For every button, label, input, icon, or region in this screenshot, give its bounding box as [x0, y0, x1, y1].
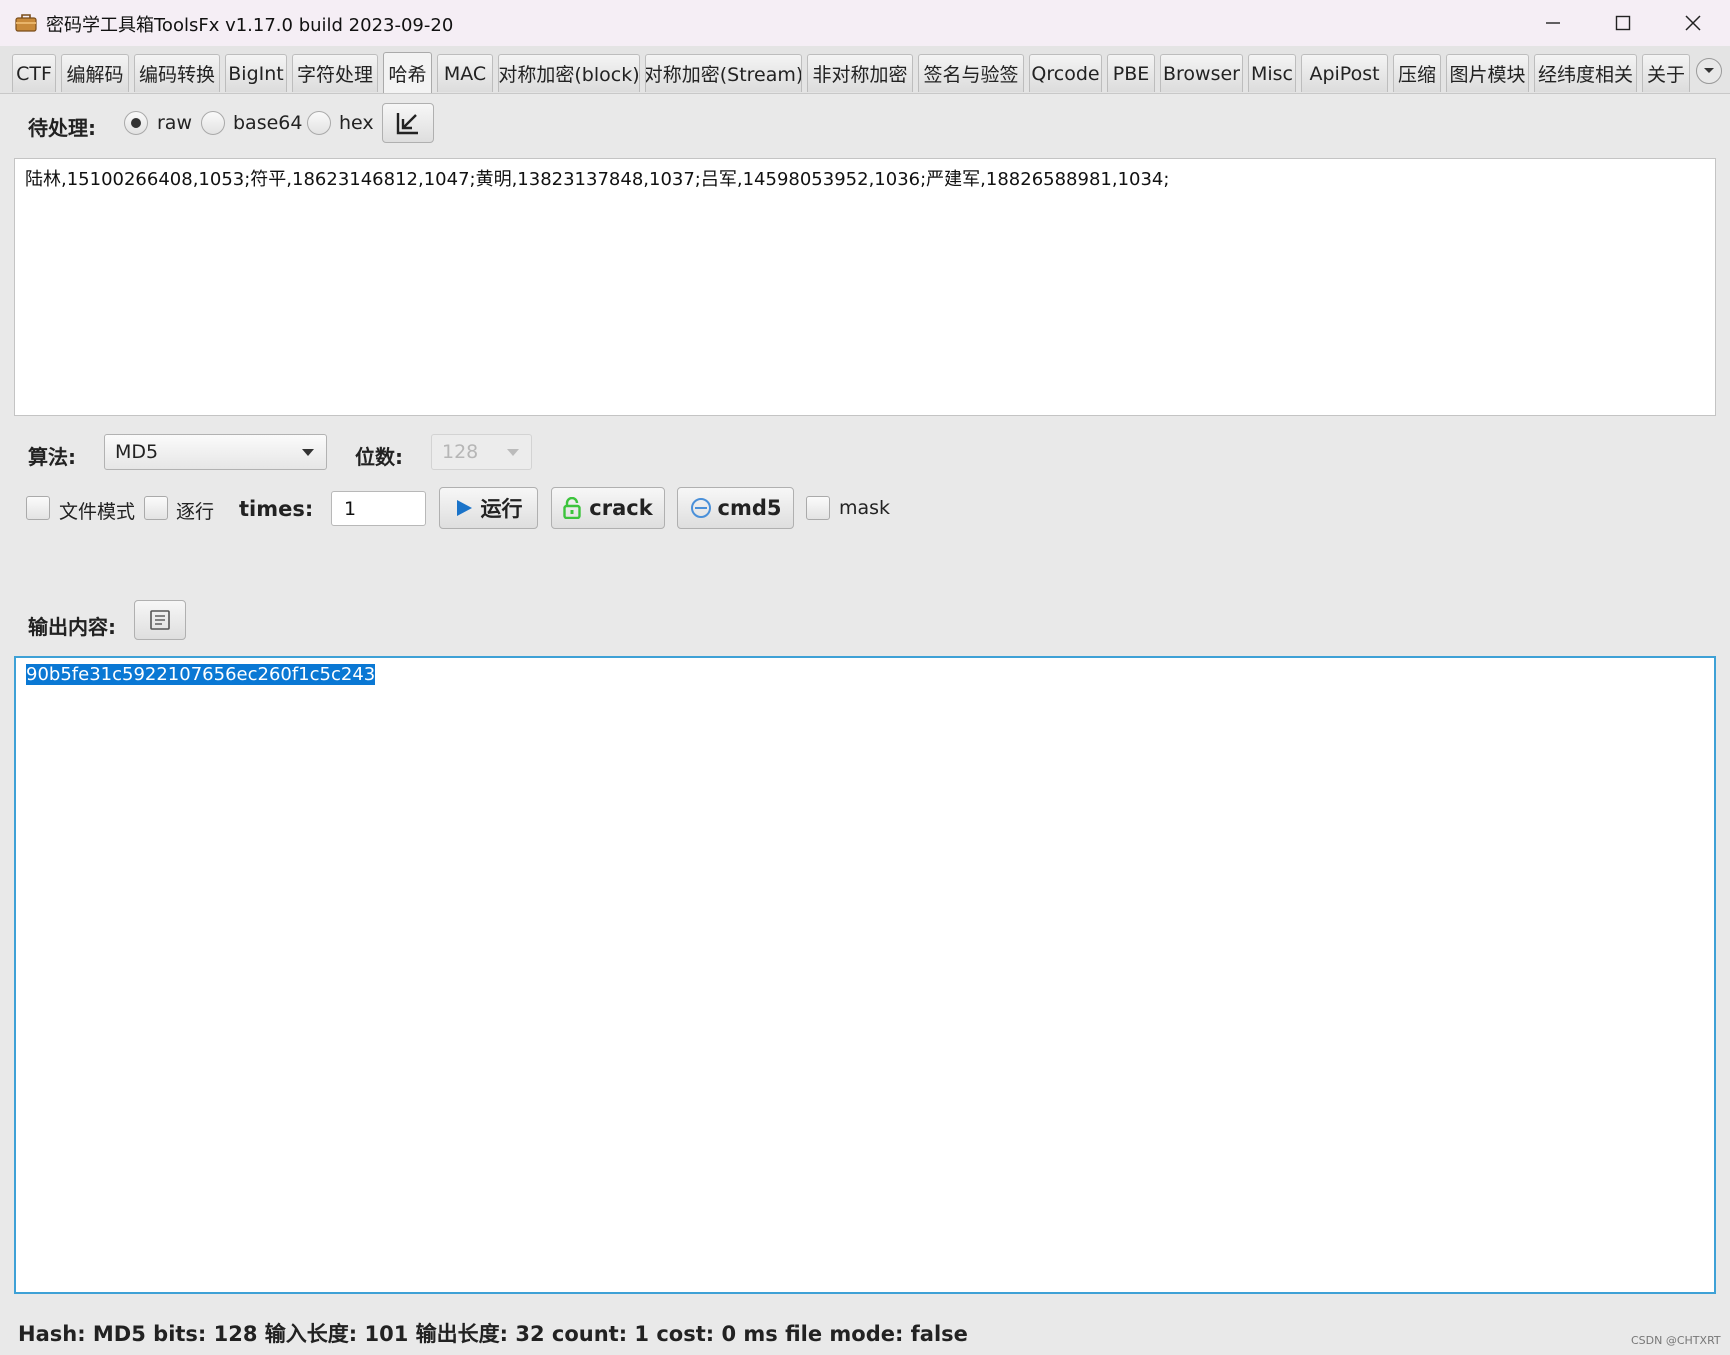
cmd5-label: cmd5: [717, 496, 782, 520]
radio-base64[interactable]: [201, 111, 225, 135]
algorithm-label: 算法:: [28, 445, 76, 469]
tab-encoding-convert[interactable]: 编码转换: [134, 54, 220, 92]
chevron-down-icon: [1704, 68, 1714, 73]
input-label: 待处理:: [28, 116, 96, 140]
minimize-icon: [1546, 22, 1560, 24]
close-icon: [1685, 15, 1701, 31]
tab-string-process[interactable]: 字符处理: [292, 54, 378, 92]
tab-sign-verify[interactable]: 签名与验签: [918, 54, 1024, 92]
radio-hex[interactable]: [307, 111, 331, 135]
maximize-button[interactable]: [1588, 0, 1658, 46]
radio-raw[interactable]: [124, 111, 148, 135]
mask-checkbox[interactable]: [806, 496, 830, 520]
tab-symmetric-block[interactable]: 对称加密(block): [498, 54, 640, 92]
chevron-down-icon: [507, 449, 519, 456]
copy-button[interactable]: [134, 600, 186, 640]
tab-asymmetric[interactable]: 非对称加密: [807, 54, 913, 92]
tab-about[interactable]: 关于: [1642, 54, 1690, 92]
mask-label[interactable]: mask: [839, 497, 890, 519]
copy-icon: [150, 610, 170, 630]
radio-raw-label[interactable]: raw: [157, 112, 192, 134]
times-label: times:: [239, 497, 314, 521]
toolbox-icon: [15, 14, 37, 32]
minimize-button[interactable]: [1518, 0, 1588, 46]
tab-apipost[interactable]: ApiPost: [1301, 54, 1388, 92]
tab-hash[interactable]: 哈希: [383, 52, 432, 93]
maximize-icon: [1615, 15, 1631, 31]
line-by-line-label[interactable]: 逐行: [176, 497, 214, 524]
bits-label: 位数:: [355, 445, 403, 469]
tab-browser[interactable]: Browser: [1160, 54, 1243, 92]
radio-base64-label[interactable]: base64: [233, 112, 302, 134]
input-textarea[interactable]: 陆林,15100266408,1053;符平,18623146812,1047;…: [14, 158, 1716, 416]
play-icon: [456, 500, 472, 516]
tab-pbe[interactable]: PBE: [1107, 54, 1155, 92]
tab-geo[interactable]: 经纬度相关: [1534, 54, 1637, 92]
circle-minus-icon: [690, 498, 711, 518]
algorithm-select[interactable]: MD5: [104, 434, 327, 470]
line-by-line-checkbox[interactable]: [144, 496, 168, 520]
crack-label: crack: [589, 496, 653, 520]
import-button[interactable]: [382, 103, 434, 143]
bits-value: 128: [442, 441, 479, 463]
tab-image-module[interactable]: 图片模块: [1446, 54, 1529, 92]
tab-overflow-button[interactable]: [1696, 58, 1722, 84]
file-mode-label[interactable]: 文件模式: [59, 497, 135, 524]
status-bar: Hash: MD5 bits: 128 输入长度: 101 输出长度: 32 c…: [18, 1322, 968, 1346]
tab-symmetric-stream[interactable]: 对称加密(Stream): [645, 54, 802, 92]
file-mode-checkbox[interactable]: [26, 496, 50, 520]
run-label: 运行: [480, 497, 523, 521]
bits-select[interactable]: 128: [431, 434, 532, 470]
crack-button[interactable]: crack: [551, 487, 665, 529]
output-text: 90b5fe31c5922107656ec260f1c5c243: [26, 664, 376, 685]
run-button[interactable]: 运行: [439, 487, 538, 529]
times-value: 1: [344, 497, 357, 520]
tab-compress[interactable]: 压缩: [1393, 54, 1441, 92]
tab-bar: CTF 编解码 编码转换 BigInt 字符处理 哈希 MAC 对称加密(blo…: [0, 46, 1730, 94]
title-bar: 密码学工具箱ToolsFx v1.17.0 build 2023-09-20: [0, 0, 1730, 46]
radio-hex-label[interactable]: hex: [339, 112, 374, 134]
tab-misc[interactable]: Misc: [1248, 54, 1296, 92]
close-button[interactable]: [1658, 0, 1728, 46]
input-text: 陆林,15100266408,1053;符平,18623146812,1047;…: [25, 169, 1170, 190]
tab-ctf[interactable]: CTF: [12, 54, 56, 92]
tab-mac[interactable]: MAC: [437, 54, 493, 92]
chevron-down-icon: [302, 449, 314, 456]
unlock-icon: [563, 497, 581, 519]
tab-qrcode[interactable]: Qrcode: [1029, 54, 1102, 92]
arrow-down-left-icon: [396, 113, 418, 135]
algorithm-value: MD5: [115, 441, 159, 463]
window-title: 密码学工具箱ToolsFx v1.17.0 build 2023-09-20: [46, 15, 454, 36]
watermark: CSDN @CHTXRT: [1631, 1334, 1721, 1347]
output-label: 输出内容:: [28, 615, 116, 639]
tab-bigint[interactable]: BigInt: [225, 54, 287, 92]
tab-codec[interactable]: 编解码: [61, 54, 129, 92]
output-textarea[interactable]: 90b5fe31c5922107656ec260f1c5c243: [14, 656, 1716, 1294]
cmd5-button[interactable]: cmd5: [677, 487, 794, 529]
times-input[interactable]: 1: [331, 491, 426, 526]
